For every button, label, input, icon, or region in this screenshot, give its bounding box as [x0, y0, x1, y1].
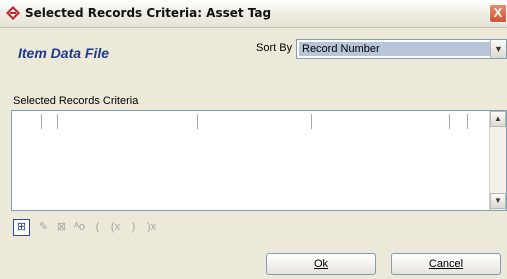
dialog-window: Selected Records Criteria: Asset Tag X I…: [0, 0, 507, 279]
column-divider: [57, 114, 58, 129]
criteria-label: Selected Records Criteria: [13, 95, 139, 107]
sort-by-value: Record Number: [299, 42, 490, 56]
chevron-down-icon[interactable]: ▼: [490, 40, 506, 58]
sort-by-label: Sort By: [256, 42, 293, 54]
close-paren-icon[interactable]: ): [125, 219, 142, 236]
toggle-case-icon[interactable]: ᴬo: [71, 219, 88, 236]
page-heading: Item Data File: [18, 45, 110, 61]
column-divider: [311, 114, 312, 129]
remove-open-paren-icon[interactable]: (x: [107, 219, 124, 236]
ok-button-label: Ok: [313, 258, 329, 270]
cancel-button[interactable]: Cancel: [391, 253, 501, 275]
open-paren-icon[interactable]: (: [89, 219, 106, 236]
ok-button[interactable]: Ok: [266, 253, 376, 275]
delete-criteria-icon[interactable]: ⊠: [53, 219, 70, 236]
column-divider: [41, 114, 42, 129]
column-divider: [197, 114, 198, 129]
cancel-button-label: Cancel: [428, 258, 464, 270]
column-divider: [449, 114, 450, 129]
window-title: Selected Records Criteria: Asset Tag: [25, 6, 272, 20]
title-bar[interactable]: Selected Records Criteria: Asset Tag X: [0, 0, 507, 28]
app-diamond-icon: [6, 6, 20, 20]
close-button[interactable]: X: [489, 4, 507, 23]
add-criteria-icon[interactable]: ⊞: [13, 219, 30, 236]
criteria-grid[interactable]: ▲ ▼: [11, 110, 507, 211]
edit-criteria-icon[interactable]: ✎: [35, 219, 52, 236]
sort-by-select[interactable]: Record Number ▼: [296, 39, 507, 59]
scroll-down-icon[interactable]: ▼: [490, 193, 506, 209]
vertical-scrollbar[interactable]: ▲ ▼: [489, 111, 506, 210]
scroll-up-icon[interactable]: ▲: [490, 111, 506, 127]
column-divider: [467, 114, 468, 129]
remove-close-paren-icon[interactable]: )x: [143, 219, 160, 236]
